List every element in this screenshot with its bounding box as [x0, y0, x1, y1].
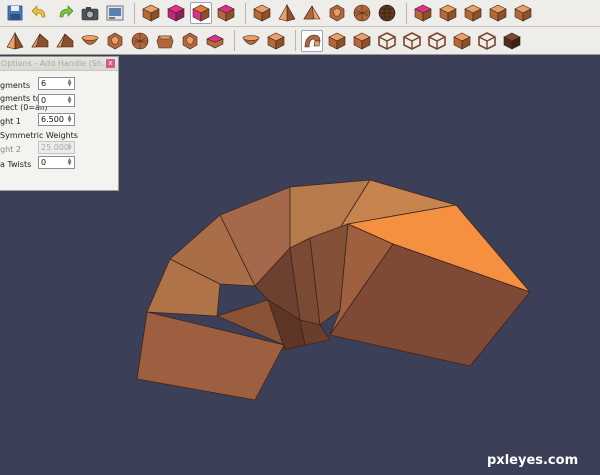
wedge-icon[interactable]: [29, 30, 51, 52]
hollow-cube-icon[interactable]: [476, 30, 498, 52]
cube-recess-icon[interactable]: [326, 30, 348, 52]
mesh-face: [299, 319, 331, 346]
redo-icon[interactable]: [54, 2, 76, 24]
cube-icon[interactable]: [140, 2, 162, 24]
toolbar-separator: [245, 2, 246, 24]
undo-icon[interactable]: [29, 2, 51, 24]
spin-icon[interactable]: ▲ ▼: [66, 115, 73, 124]
spin-icon: ▲ ▼: [67, 142, 72, 152]
bottom-toolbar: [0, 27, 600, 55]
wire-cube-icon[interactable]: [376, 30, 398, 52]
gem-round-icon[interactable]: [179, 30, 201, 52]
weight-1-label: ght 1: [0, 117, 21, 126]
spin-icon[interactable]: ▲ ▼: [66, 158, 73, 167]
curved-arch-icon[interactable]: [240, 30, 262, 52]
cube-magenta-top-icon[interactable]: [412, 2, 434, 24]
bevel-cube-icon[interactable]: [451, 30, 473, 52]
toolbar-separator: [134, 2, 135, 24]
options-panel-title: Options - Add Handle (Sh...: [0, 57, 118, 71]
soccer-ball-icon[interactable]: [351, 2, 373, 24]
watermark: pxleyes.com: [487, 453, 579, 468]
pyramid-icon[interactable]: [276, 2, 298, 24]
cube-split-icon[interactable]: [462, 2, 484, 24]
cone-icon[interactable]: [4, 30, 26, 52]
cube-plain-icon[interactable]: [487, 2, 509, 24]
star-prism-icon[interactable]: [54, 30, 76, 52]
symmetric-weights-checkbox[interactable]: Symmetric Weights: [0, 131, 78, 140]
cube-magenta-icon[interactable]: [165, 2, 187, 24]
lattice-ball-icon[interactable]: [129, 30, 151, 52]
bowl-icon[interactable]: [79, 30, 101, 52]
cube-stack-icon[interactable]: [512, 2, 534, 24]
box-icon[interactable]: [251, 2, 273, 24]
cage-cube-icon[interactable]: [401, 30, 423, 52]
spin-icon[interactable]: ▲ ▼: [66, 96, 73, 105]
segments-to-connect-input[interactable]: 0 ▲ ▼: [38, 94, 75, 107]
toolbar-separator: [234, 30, 235, 51]
camera-icon[interactable]: [79, 2, 101, 24]
top-toolbar: [0, 0, 600, 27]
weight-2-label: ght 2: [0, 145, 21, 154]
weight-2-input: 25.000 ▲ ▼: [38, 141, 75, 154]
gem-icon[interactable]: [104, 30, 126, 52]
spin-icon[interactable]: ▲ ▼: [66, 79, 73, 88]
toolbar-separator: [295, 30, 296, 51]
extra-twists-label: a Twists: [0, 160, 32, 169]
segments-label: gments: [0, 81, 31, 90]
weight-1-input[interactable]: 6.500 ▲ ▼: [38, 113, 75, 126]
render-view-icon[interactable]: [104, 2, 126, 24]
cube-orange-icon[interactable]: [437, 2, 459, 24]
dark-cube-icon[interactable]: [501, 30, 523, 52]
spiral-handle-icon[interactable]: [301, 29, 323, 52]
tetrahedron-icon[interactable]: [301, 2, 323, 24]
magenta-cushion-icon[interactable]: [204, 30, 226, 52]
cross-cube-icon[interactable]: [426, 30, 448, 52]
toolbar-separator: [406, 2, 407, 24]
close-icon[interactable]: x: [106, 59, 115, 68]
cube-select-icon[interactable]: [190, 2, 212, 24]
segments-to-connect-label: gments to: [0, 94, 41, 103]
dodecahedron-icon[interactable]: [326, 2, 348, 24]
twisted-cube-icon[interactable]: [265, 30, 287, 52]
cube-magenta-face-icon[interactable]: [215, 2, 237, 24]
bump-cube-icon[interactable]: [351, 30, 373, 52]
save-icon[interactable]: [4, 2, 26, 24]
hex-prism-icon[interactable]: [154, 30, 176, 52]
sphere-icon[interactable]: [376, 2, 398, 24]
segments-input[interactable]: 6 ▲ ▼: [38, 77, 75, 90]
extra-twists-input[interactable]: 0 ▲ ▼: [38, 156, 75, 169]
options-panel: Options - Add Handle (Sh... x gments 6 ▲ ▼…: [0, 56, 119, 191]
